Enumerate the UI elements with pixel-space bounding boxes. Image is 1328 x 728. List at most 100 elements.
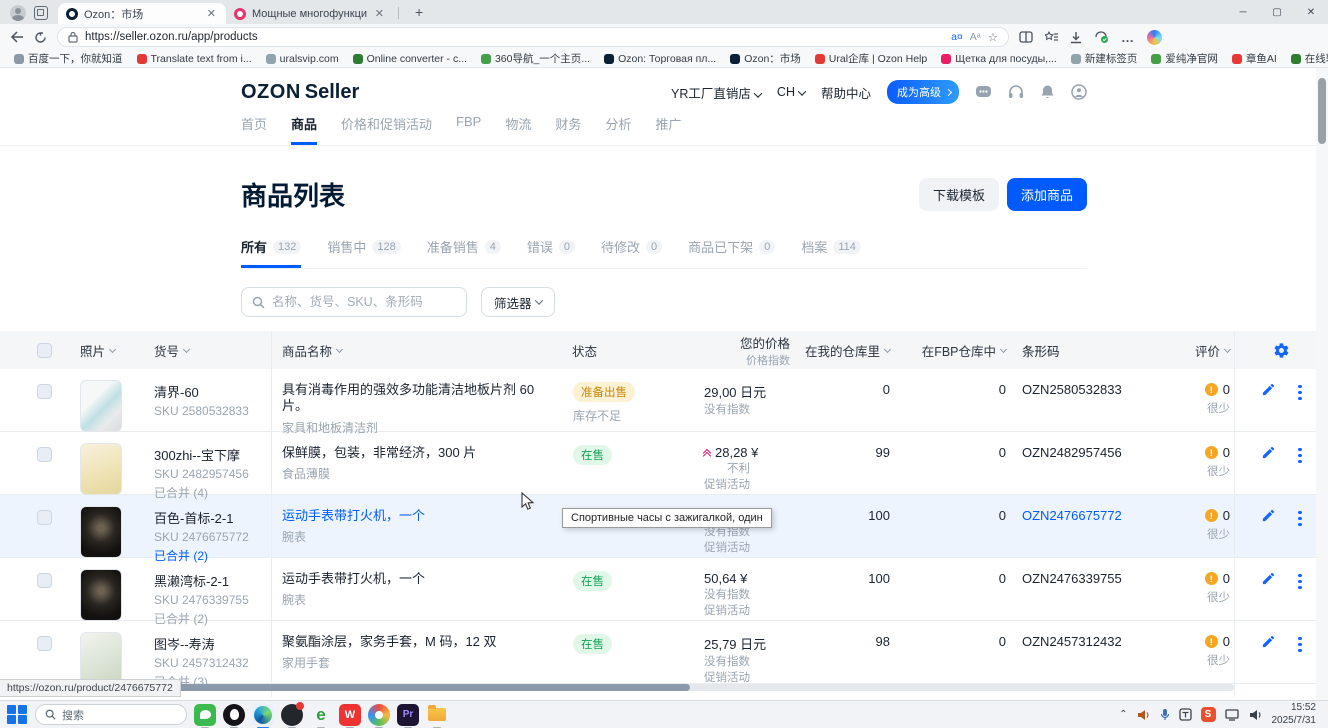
headset-icon[interactable] bbox=[1008, 84, 1024, 100]
nav-item[interactable]: FBP bbox=[456, 114, 481, 145]
product-name[interactable]: 运动手表带打火机，一个 bbox=[282, 571, 425, 587]
row-menu-icon[interactable] bbox=[1298, 634, 1301, 652]
filter-tab[interactable]: 准备销售4 bbox=[427, 237, 501, 268]
row-menu-icon[interactable] bbox=[1298, 445, 1301, 463]
taskbar-search[interactable]: 搜索 bbox=[35, 704, 187, 725]
row-checkbox[interactable] bbox=[37, 384, 52, 399]
table-row[interactable]: 黑濑湾标-2-1 SKU 2476339755 已合并 (2) 运动手表带打火机… bbox=[0, 558, 1328, 621]
language-selector[interactable]: CH bbox=[777, 85, 805, 99]
product-name[interactable]: 聚氨酯涂层，家务手套，M 码，12 双 bbox=[282, 634, 497, 650]
col-fbp[interactable]: 在FBP仓库中 bbox=[890, 331, 1006, 369]
sogou-icon[interactable]: S bbox=[1201, 707, 1216, 722]
bookmark-item[interactable]: Щетка для посуды,... bbox=[935, 52, 1063, 66]
favorite-star-icon[interactable]: ☆ bbox=[988, 30, 998, 44]
nav-item[interactable]: 物流 bbox=[505, 114, 531, 145]
edit-icon[interactable] bbox=[1261, 508, 1276, 523]
bookmark-item[interactable]: Translate text from i... bbox=[131, 52, 258, 66]
row-checkbox[interactable] bbox=[37, 573, 52, 588]
bookmark-item[interactable]: uralsvip.com bbox=[260, 52, 345, 66]
row-checkbox[interactable] bbox=[37, 447, 52, 462]
edit-icon[interactable] bbox=[1261, 634, 1276, 649]
microphone-icon[interactable] bbox=[1160, 708, 1170, 721]
product-search[interactable] bbox=[241, 287, 467, 317]
premiere-app-icon[interactable] bbox=[397, 704, 419, 726]
edit-icon[interactable] bbox=[1261, 445, 1276, 460]
row-menu-icon[interactable] bbox=[1298, 508, 1301, 526]
select-all-checkbox[interactable] bbox=[37, 343, 52, 358]
account-icon[interactable] bbox=[1071, 84, 1087, 100]
display-icon[interactable] bbox=[1225, 709, 1240, 721]
tab-close-icon[interactable]: ✕ bbox=[373, 7, 386, 20]
barcode-value[interactable]: OZN2476675772 bbox=[1006, 495, 1166, 564]
product-article[interactable]: 黑濑湾标-2-1 bbox=[154, 571, 229, 590]
barcode-value[interactable]: OZN2476339755 bbox=[1006, 558, 1166, 627]
bookmark-item[interactable]: Ozon: Торговая пл... bbox=[598, 52, 722, 66]
gear-icon[interactable] bbox=[1273, 342, 1290, 359]
favorites-icon[interactable] bbox=[1045, 31, 1058, 43]
bookmark-item[interactable]: Ozon：市场 bbox=[724, 50, 807, 67]
product-photo[interactable] bbox=[80, 569, 122, 621]
col-photo[interactable]: 照片 bbox=[68, 331, 140, 369]
filter-tab[interactable]: 商品已下架0 bbox=[688, 237, 775, 268]
filter-tab[interactable]: 待修改0 bbox=[601, 237, 662, 268]
row-menu-icon[interactable] bbox=[1298, 571, 1301, 589]
bell-icon[interactable] bbox=[1040, 84, 1055, 100]
tab-close-icon[interactable]: ✕ bbox=[205, 7, 218, 20]
product-article[interactable]: 300zhi--宝下摩 bbox=[154, 445, 240, 464]
product-photo[interactable] bbox=[80, 380, 122, 432]
obs-app-icon[interactable] bbox=[281, 704, 303, 726]
ozon-seller-logo[interactable]: OZONSeller bbox=[241, 81, 359, 104]
product-article[interactable]: 清界-60 bbox=[154, 382, 199, 401]
maximize-button[interactable]: ▢ bbox=[1260, 1, 1294, 24]
row-checkbox[interactable] bbox=[37, 636, 52, 651]
taskbar-clock[interactable]: 15:52 2025/7/31 bbox=[1272, 702, 1323, 727]
new-tab-button[interactable]: + bbox=[409, 4, 429, 20]
nav-item[interactable]: 首页 bbox=[241, 114, 267, 145]
product-name[interactable]: 运动手表带打火机，一个 bbox=[282, 508, 425, 524]
downloads-icon[interactable] bbox=[1070, 31, 1082, 44]
volume-icon[interactable] bbox=[1137, 709, 1151, 721]
close-button[interactable]: ✕ bbox=[1294, 1, 1328, 24]
refresh-icon[interactable] bbox=[34, 31, 47, 44]
col-stock[interactable]: 在我的仓库里 bbox=[790, 331, 890, 369]
speaker-icon[interactable] bbox=[1249, 709, 1263, 721]
start-button-icon[interactable] bbox=[6, 704, 28, 726]
vertical-scroll-thumb[interactable] bbox=[1318, 78, 1326, 144]
qq-app-icon[interactable] bbox=[223, 704, 245, 726]
ie-app-icon[interactable] bbox=[310, 704, 332, 726]
row-menu-icon[interactable] bbox=[1298, 382, 1301, 400]
col-article[interactable]: 货号 bbox=[140, 331, 272, 369]
download-template-button[interactable]: 下载模板 bbox=[919, 178, 999, 211]
filters-button[interactable]: 筛选器 bbox=[481, 287, 555, 317]
horizontal-scrollbar[interactable] bbox=[0, 684, 1234, 691]
bookmark-item[interactable]: 360导航_一个主页... bbox=[475, 50, 596, 67]
filter-tab[interactable]: 错误0 bbox=[527, 237, 575, 268]
filter-tab[interactable]: 销售中128 bbox=[327, 237, 400, 268]
nav-item[interactable]: 价格和促销活动 bbox=[341, 114, 432, 145]
bookmark-item[interactable]: 章鱼AI bbox=[1226, 50, 1283, 67]
vertical-scrollbar[interactable] bbox=[1316, 68, 1328, 700]
bookmark-item[interactable]: 爱纯净官网 bbox=[1145, 50, 1224, 67]
bookmark-item[interactable]: 百度一下，你就知道 bbox=[8, 50, 129, 67]
split-screen-icon[interactable] bbox=[1019, 31, 1033, 43]
table-row[interactable]: 清界-60 SKU 2580532833 具有消毒作用的强效多功能清洁地板片剂 … bbox=[0, 369, 1328, 432]
row-checkbox[interactable] bbox=[37, 510, 52, 525]
tab-secondary[interactable]: Мощные многофункциональнь ✕ bbox=[226, 3, 394, 24]
tab-ozon-market[interactable]: Ozon：市场 ✕ bbox=[58, 3, 226, 24]
browser-profile-avatar-icon[interactable] bbox=[10, 5, 26, 21]
barcode-value[interactable]: OZN2580532833 bbox=[1006, 369, 1166, 436]
product-name[interactable]: 具有消毒作用的强效多功能清洁地板片剂 60 片。 bbox=[282, 382, 552, 415]
store-selector[interactable]: YR工厂直销店 bbox=[671, 83, 761, 102]
bookmark-item[interactable]: 新建标签页 bbox=[1065, 50, 1144, 67]
col-name[interactable]: 商品名称 bbox=[272, 331, 572, 369]
browser-essentials-icon[interactable] bbox=[1094, 30, 1109, 44]
product-photo[interactable] bbox=[80, 443, 122, 495]
add-product-button[interactable]: 添加商品 bbox=[1007, 178, 1087, 211]
nav-item[interactable]: 推广 bbox=[655, 114, 681, 145]
copilot-icon[interactable] bbox=[1147, 30, 1162, 45]
nav-item[interactable]: 财务 bbox=[555, 114, 581, 145]
table-row[interactable]: 图岑--寿涛 SKU 2457312432 已合并 (3) 聚氨酯涂层，家务手套… bbox=[0, 621, 1328, 684]
chat-icon[interactable] bbox=[975, 84, 992, 100]
col-rating[interactable]: 评价 bbox=[1166, 331, 1234, 369]
b360-app-icon[interactable] bbox=[368, 704, 390, 726]
